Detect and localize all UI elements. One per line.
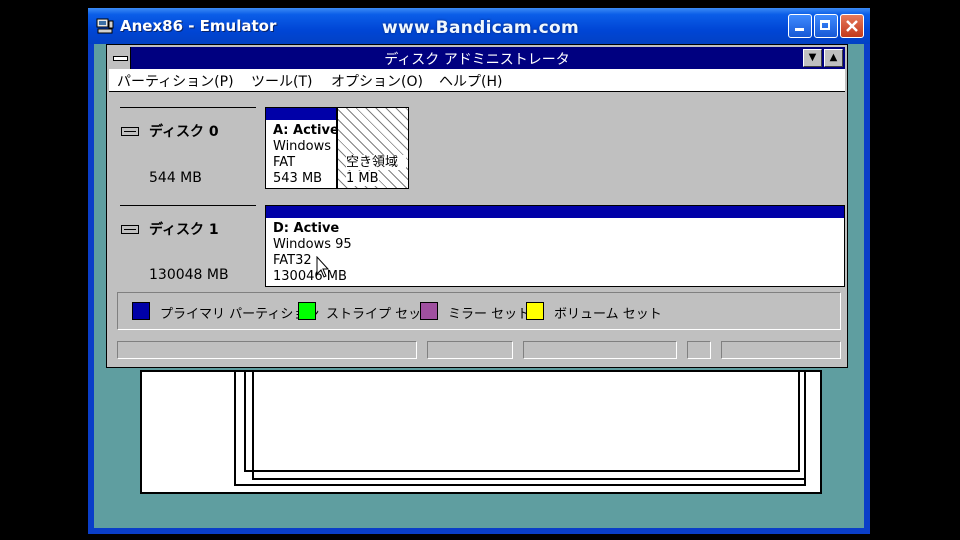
legend-label-stripe: ストライプ セット xyxy=(326,307,435,322)
disk-0-rule xyxy=(120,107,256,108)
legend-swatch-volume xyxy=(526,302,544,320)
menu-tools[interactable]: ツール(T) xyxy=(251,71,312,91)
legend-swatch-stripe xyxy=(298,302,316,320)
status-bar xyxy=(117,341,845,361)
legend-swatch-primary xyxy=(132,302,150,320)
partition-a-name: A: Active xyxy=(273,123,337,138)
emulator-title-bar[interactable]: Anex86 - Emulator www.Bandicam.com xyxy=(88,8,870,44)
legend-label-volume: ボリューム セット xyxy=(554,307,662,322)
partition-d-label: Windows 95 xyxy=(273,237,352,252)
menu-help[interactable]: ヘルプ(H) xyxy=(439,71,502,91)
partition-d-name: D: Active xyxy=(273,221,340,236)
hard-disk-icon-2 xyxy=(121,225,139,234)
partition-a-fs: FAT xyxy=(273,155,296,170)
legend-label-mirror: ミラー セット xyxy=(448,307,531,322)
status-pane-3 xyxy=(523,341,677,359)
close-icon xyxy=(846,20,858,32)
status-pane-5 xyxy=(721,341,841,359)
computer-icon xyxy=(96,18,114,34)
emulator-title: Anex86 - Emulator xyxy=(120,17,277,35)
partition-d-size: 130046 MB xyxy=(273,269,347,284)
legend-swatch-mirror xyxy=(420,302,438,320)
free-space-size: 1 MB xyxy=(346,171,379,186)
legend-label-primary: プライマリ パーティション xyxy=(160,307,320,322)
menu-bar: パーティション(P) ツール(T) オプション(O) ヘルプ(H) xyxy=(109,69,845,92)
close-button[interactable] xyxy=(840,14,864,38)
status-pane-1 xyxy=(117,341,417,359)
disk-admin-title-bar[interactable]: ディスク アドミニストレータ ▼ ▲ xyxy=(109,47,845,69)
maximize-button[interactable] xyxy=(814,14,838,38)
minimize-button[interactable] xyxy=(788,14,812,38)
triangle-up-icon: ▲ xyxy=(829,52,838,63)
minimize-icon xyxy=(795,28,804,31)
triangle-down-icon: ▼ xyxy=(808,52,817,63)
disk-administrator-window: ディスク アドミニストレータ ▼ ▲ パーティション(P) ツール(T) オプシ… xyxy=(106,44,848,368)
disk-admin-title: ディスク アドミニストレータ xyxy=(384,52,570,68)
mouse-cursor-icon xyxy=(316,256,330,278)
menu-partition[interactable]: パーティション(P) xyxy=(117,71,234,91)
menu-options[interactable]: オプション(O) xyxy=(331,71,423,91)
free-space-label: 空き領域 xyxy=(346,155,406,170)
disk-0-label: ディスク 0 xyxy=(149,124,219,140)
disk-1-size: 130048 MB xyxy=(149,267,229,283)
partition-a[interactable]: A: Active Windows FAT 543 MB xyxy=(265,107,337,189)
disk-1-rule xyxy=(120,205,256,206)
disk-0-size: 544 MB xyxy=(149,170,202,186)
partition-a-label: Windows xyxy=(273,139,332,154)
partition-d[interactable]: D: Active Windows 95 FAT32 130046 MB xyxy=(265,205,845,287)
disk-admin-maximize-button[interactable]: ▲ xyxy=(824,49,843,67)
disk-1-label: ディスク 1 xyxy=(149,222,219,238)
partition-d-band xyxy=(266,206,844,218)
background-window-frame-2 xyxy=(252,370,806,480)
bandicam-watermark: www.Bandicam.com xyxy=(382,18,580,38)
status-pane-4 xyxy=(687,341,711,359)
free-space-partition[interactable]: 空き領域 1 MB xyxy=(337,107,409,189)
hard-disk-icon xyxy=(121,127,139,136)
status-pane-2 xyxy=(427,341,513,359)
maximize-icon xyxy=(820,20,830,30)
partition-a-size: 543 MB xyxy=(273,171,323,186)
partition-d-fs: FAT32 xyxy=(273,253,312,268)
partition-a-band xyxy=(266,108,336,120)
disk-map-area: ディスク 0 544 MB A: Active Windows FAT 543 … xyxy=(109,92,845,295)
legend: プライマリ パーティション ストライプ セット ミラー セット ボリューム セッ… xyxy=(117,292,841,330)
disk-admin-minimize-button[interactable]: ▼ xyxy=(803,49,822,67)
